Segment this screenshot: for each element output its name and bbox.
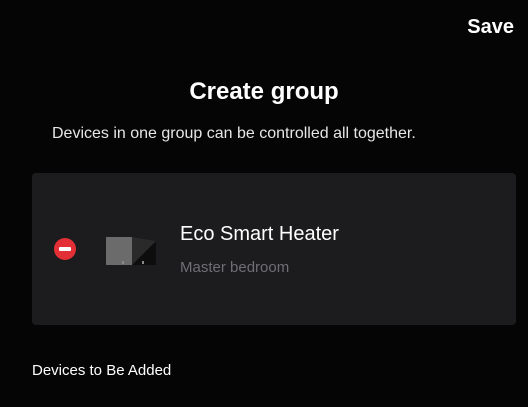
group-screen: Save Create group Devices in one group c… [0, 0, 528, 407]
device-room: Master bedroom [180, 259, 290, 276]
device-card: Eco Smart Heater Master bedroom [32, 173, 516, 325]
devices-to-be-added-heading: Devices to Be Added [32, 362, 172, 379]
remove-circle-icon[interactable] [54, 238, 76, 260]
heater-device-icon [106, 237, 156, 265]
device-name: Eco Smart Heater [180, 223, 339, 245]
page-subtitle: Devices in one group can be controlled a… [52, 125, 416, 142]
page-title: Create group [189, 78, 339, 105]
save-button[interactable]: Save [467, 16, 514, 39]
